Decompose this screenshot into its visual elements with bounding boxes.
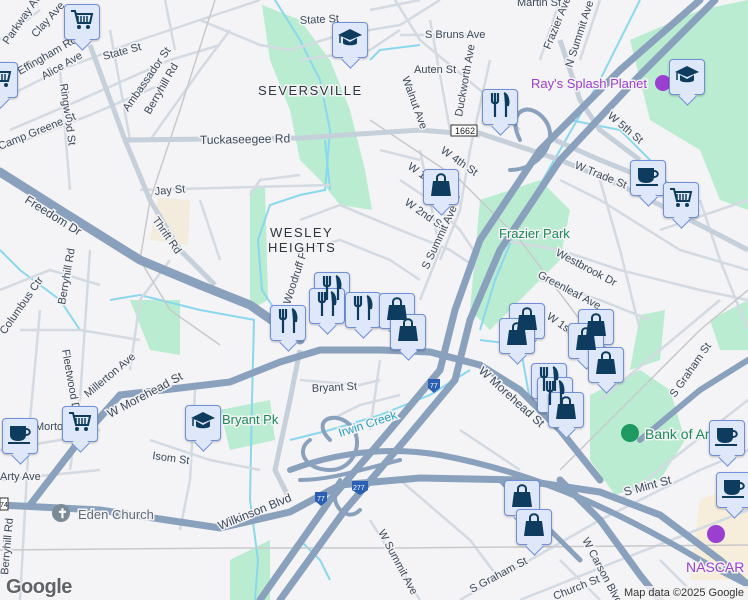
shopping-bag-icon [511, 484, 533, 512]
route-shield-1662: 1662 [455, 126, 475, 136]
neighborhood-heights: HEIGHTS [268, 240, 336, 255]
marker-shopping[interactable] [588, 347, 624, 383]
marker-grocery[interactable] [62, 406, 98, 442]
place-bank-of-america[interactable]: Bank of Am [644, 425, 719, 444]
graduation-cap-icon [190, 411, 216, 435]
street-label: Woodruff Pl [281, 248, 310, 306]
street-label: Walnut Ave [399, 75, 429, 131]
street-label: S Graham St [468, 555, 530, 595]
marker-restaurant[interactable] [482, 89, 518, 125]
shopping-bag-icon [595, 351, 617, 379]
place-nascar[interactable]: NASCAR H [685, 558, 748, 577]
street-label: Duckworth Ave [453, 43, 478, 117]
coffee-cup-icon [7, 423, 33, 449]
shopping-cart-icon [70, 9, 94, 35]
shopping-bag-icon [397, 318, 419, 346]
place-eden-church[interactable]: Eden Church [77, 506, 156, 524]
shopping-bag-icon [523, 513, 545, 541]
route-shield-us74: 74 [0, 502, 8, 509]
street-label: Tuckaseegee Rd [200, 131, 291, 147]
place-frazier-park[interactable]: Frazier Park [498, 225, 572, 243]
street-label: W Summit Ave [375, 528, 419, 597]
route-shield-i277: 277 [353, 485, 365, 492]
shopping-bag-icon [555, 396, 577, 424]
fork-knife-icon [352, 295, 374, 325]
coffee-cup-icon [635, 165, 661, 191]
place-rays-splash-planet[interactable]: Ray's Splash Planet [530, 75, 649, 93]
coffee-cup-icon [714, 425, 740, 451]
street-label: Martin St [517, 0, 561, 9]
shopping-cart-icon [68, 411, 92, 437]
graduation-cap-icon [674, 65, 700, 89]
place-bryant-pk[interactable]: Bryant Pk [221, 411, 281, 429]
street-label: Berryhill Rd [0, 518, 16, 576]
route-shield-i77: 77 [317, 496, 325, 503]
marker-grocery[interactable] [663, 182, 699, 218]
marker-coffee[interactable] [630, 160, 666, 196]
route-shield-i77: 77 [430, 383, 438, 390]
fork-knife-icon [316, 291, 338, 321]
marker-restaurant[interactable] [270, 305, 306, 341]
fork-knife-icon [277, 308, 299, 338]
shopping-cart-icon [669, 187, 693, 213]
map-attribution[interactable]: Map data ©2025 Google [619, 586, 748, 600]
marker-shopping[interactable] [423, 169, 459, 205]
marker-coffee[interactable] [716, 472, 748, 508]
museum-icon[interactable] [707, 525, 725, 543]
neighborhood-seversville: SEVERSVILLE [258, 83, 363, 98]
marker-school[interactable] [669, 59, 705, 95]
cross-icon: ✝ [57, 506, 68, 521]
neighborhood-wesley: WESLEY [270, 225, 333, 240]
shopping-bag-icon [430, 173, 452, 201]
street-label: State St [102, 41, 143, 63]
marker-restaurant[interactable] [345, 292, 381, 328]
street-label: Bryant St [312, 381, 358, 395]
fork-knife-icon [489, 92, 511, 122]
street-label: Auten St [414, 64, 456, 76]
graduation-cap-icon [337, 28, 363, 52]
marker-school[interactable] [185, 405, 221, 441]
shopping-bag-icon [575, 327, 597, 355]
marker-school[interactable] [332, 22, 368, 58]
coffee-cup-icon [721, 477, 747, 503]
google-logo: Google [6, 576, 72, 598]
stadium-icon[interactable] [621, 424, 639, 442]
shopping-bag-icon [506, 322, 528, 350]
street-label: Jay St [154, 183, 186, 198]
marker-coffee[interactable] [709, 420, 745, 456]
marker-grocery[interactable] [64, 4, 100, 40]
street-label: Arty Ave [0, 471, 41, 483]
marker-shopping[interactable] [516, 509, 552, 545]
marker-coffee[interactable] [2, 418, 38, 454]
marker-grocery[interactable] [0, 62, 18, 98]
street-label: S Bruns Ave [425, 29, 485, 41]
street-label: S Graham St [668, 341, 714, 400]
shopping-cart-icon [0, 67, 12, 93]
